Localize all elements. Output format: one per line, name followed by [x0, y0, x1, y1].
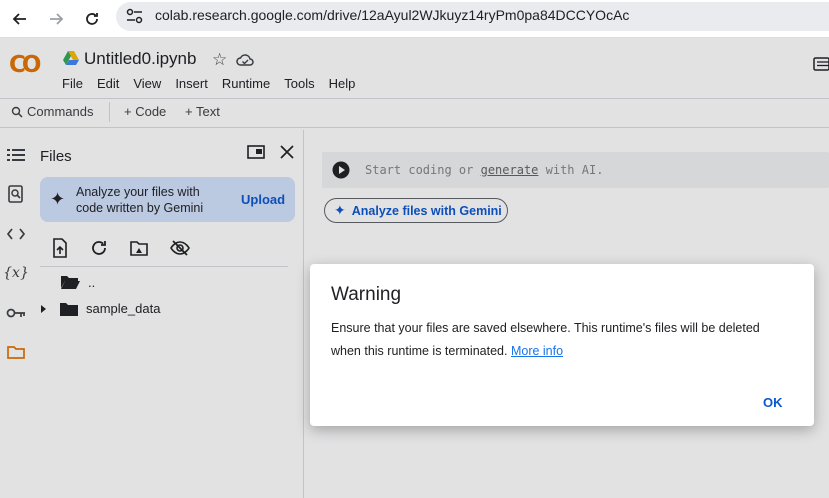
reload-icon [86, 13, 98, 25]
arrow-right-icon [50, 13, 64, 25]
forward-button[interactable] [42, 5, 70, 33]
dialog-body: Ensure that your files are saved elsewhe… [331, 317, 791, 363]
reload-button[interactable] [78, 5, 106, 33]
back-button[interactable] [6, 5, 34, 33]
arrow-left-icon [12, 13, 26, 25]
dialog-title: Warning [331, 284, 402, 305]
more-info-link[interactable]: More info [511, 344, 563, 358]
url-text[interactable]: colab.research.google.com/drive/12aAyul2… [155, 7, 629, 23]
ok-button[interactable]: OK [763, 395, 783, 410]
site-settings-icon[interactable] [124, 7, 146, 25]
